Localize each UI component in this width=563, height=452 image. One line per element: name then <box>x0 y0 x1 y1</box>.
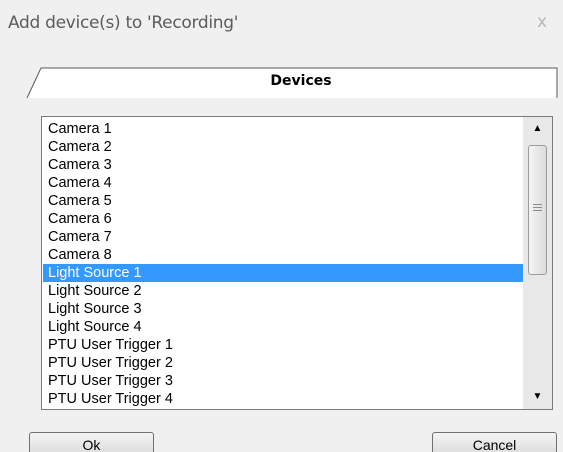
ok-button[interactable]: Ok <box>29 432 154 452</box>
list-item[interactable]: Camera 7 <box>43 228 523 246</box>
add-devices-dialog: Add device(s) to 'Recording' x Devices C… <box>0 0 563 452</box>
list-item[interactable]: Light Source 1 <box>43 264 523 282</box>
vertical-scrollbar[interactable]: ▲ ▼ <box>523 117 552 409</box>
list-item[interactable]: Light Source 4 <box>43 318 523 336</box>
close-icon[interactable]: x <box>529 9 555 35</box>
list-item[interactable]: PTU User Trigger 3 <box>43 372 523 390</box>
title-bar[interactable]: Add device(s) to 'Recording' x <box>0 0 563 47</box>
scroll-up-arrow-icon[interactable]: ▲ <box>523 119 552 139</box>
list-item[interactable]: Camera 4 <box>43 174 523 192</box>
grip-icon <box>533 207 542 208</box>
scroll-thumb[interactable] <box>528 145 547 275</box>
list-item[interactable]: Camera 1 <box>43 120 523 138</box>
tab-strip: Devices <box>26 67 560 99</box>
cancel-button[interactable]: Cancel <box>432 432 557 452</box>
list-item[interactable]: Camera 3 <box>43 156 523 174</box>
grip-icon <box>533 204 542 205</box>
list-item[interactable]: PTU User Trigger 4 <box>43 390 523 408</box>
device-items: Camera 1 Camera 2 Camera 3 Camera 4 Camera 5… <box>43 120 523 408</box>
list-item[interactable]: PTU User Trigger 1 <box>43 336 523 354</box>
list-item[interactable]: Light Source 3 <box>43 300 523 318</box>
list-item[interactable]: Camera 6 <box>43 210 523 228</box>
tab-devices[interactable]: Devices <box>42 73 560 89</box>
list-item[interactable]: PTU User Trigger 2 <box>43 354 523 372</box>
device-listbox[interactable]: Camera 1 Camera 2 Camera 3 Camera 4 Camera 5… <box>41 116 553 410</box>
list-item[interactable]: Camera 2 <box>43 138 523 156</box>
list-item[interactable]: Light Source 2 <box>43 282 523 300</box>
list-item[interactable]: Camera 5 <box>43 192 523 210</box>
scroll-down-arrow-icon[interactable]: ▼ <box>523 387 552 407</box>
list-item[interactable]: Camera 8 <box>43 246 523 264</box>
grip-icon <box>533 210 542 211</box>
dialog-title: Add device(s) to 'Recording' <box>8 13 239 33</box>
